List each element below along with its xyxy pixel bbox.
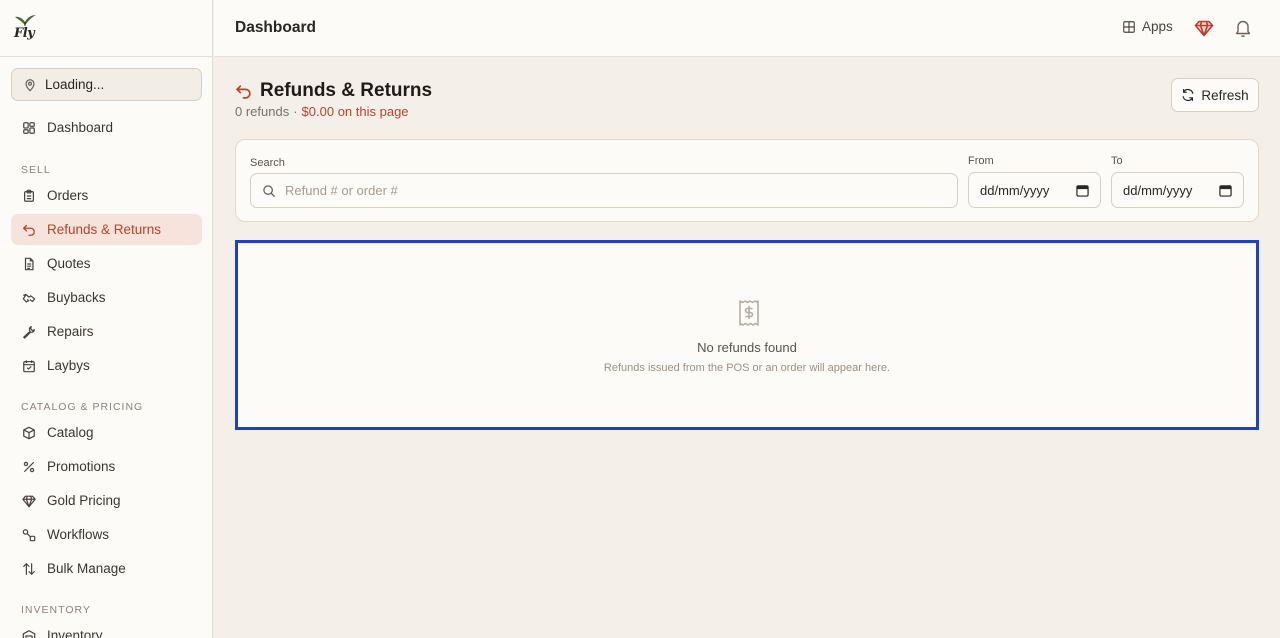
sidebar-item-gold-pricing[interactable]: Gold Pricing xyxy=(11,485,202,516)
calendar-icon[interactable] xyxy=(1219,184,1232,197)
undo-icon xyxy=(23,224,35,236)
sidebar-item-label: Laybys xyxy=(47,358,90,373)
refund-count: 0 refunds xyxy=(235,104,290,119)
logo-text: Fly xyxy=(14,26,35,41)
to-label: To xyxy=(1111,155,1123,167)
dashboard-icon xyxy=(23,121,35,134)
sidebar-item-label: Workflows xyxy=(47,527,110,542)
filter-card: Search From dd/mm/yyyy To dd/mm/yyyy xyxy=(235,139,1259,222)
sidebar-item-refunds-returns[interactable]: Refunds & Returns xyxy=(11,214,202,245)
sidebar-item-label: Dashboard xyxy=(47,120,114,135)
apps-label: Apps xyxy=(1142,19,1173,34)
sidebar-item-catalog[interactable]: Catalog xyxy=(11,417,202,448)
header-title: Dashboard xyxy=(235,19,316,36)
sidebar-item-label: Promotions xyxy=(47,459,116,474)
sidebar-item-orders[interactable]: Orders xyxy=(11,180,202,211)
refresh-button[interactable]: Refresh xyxy=(1171,78,1259,112)
page-amount: $0.00 on this page xyxy=(301,104,409,119)
search-icon xyxy=(263,184,275,197)
sidebar-item-label: Gold Pricing xyxy=(47,493,121,508)
map-pin-icon xyxy=(25,78,35,92)
sidebar-item-buybacks[interactable]: Buybacks xyxy=(11,282,202,313)
sidebar-item-label: Refunds & Returns xyxy=(47,222,162,237)
top-bar: Dashboard Apps xyxy=(214,0,1280,57)
search-label: Search xyxy=(250,157,285,169)
section-label-inventory: INVENTORY xyxy=(21,604,91,616)
arrows-up-down-icon xyxy=(23,562,35,575)
empty-state-title: No refunds found xyxy=(697,340,797,355)
section-label-catalog-pricing: CATALOG & PRICING xyxy=(21,401,144,413)
percent-icon xyxy=(23,461,35,472)
sidebar-item-label: Bulk Manage xyxy=(47,561,126,576)
calendar-icon[interactable] xyxy=(1076,184,1089,197)
page-title: Refunds & Returns xyxy=(260,80,433,101)
sidebar-item-laybys[interactable]: Laybys xyxy=(11,350,202,381)
from-label: From xyxy=(968,155,994,167)
subtitle-separator: · xyxy=(293,104,298,119)
empty-state-description: Refunds issued from the POS or an order … xyxy=(603,362,891,374)
sidebar-item-promotions[interactable]: Promotions xyxy=(11,451,202,482)
sidebar-item-label: Buybacks xyxy=(47,290,106,305)
sidebar-item-label: Inventory xyxy=(47,628,103,638)
location-label: Loading... xyxy=(45,77,105,92)
handshake-icon xyxy=(22,293,36,303)
grid-icon xyxy=(1123,20,1135,33)
from-date-value: dd/mm/yyyy xyxy=(980,182,1050,198)
undo-icon xyxy=(236,84,251,99)
sidebar-item-label: Orders xyxy=(47,188,89,203)
wrench-icon xyxy=(23,325,36,339)
location-selector[interactable]: Loading... xyxy=(11,68,202,101)
search-input[interactable] xyxy=(285,183,885,198)
workflow-icon xyxy=(22,528,36,541)
gem-icon xyxy=(22,495,36,507)
refunds-list-panel: No refunds found Refunds issued from the… xyxy=(235,240,1259,430)
sidebar-item-label: Repairs xyxy=(47,324,94,339)
sidebar-item-label: Quotes xyxy=(47,256,91,271)
receipt-dollar-icon xyxy=(739,300,759,326)
sidebar-item-label: Catalog xyxy=(47,425,94,440)
refresh-label: Refresh xyxy=(1201,87,1249,103)
sidebar: Fly Loading... Dashboard SELL Orders Ref… xyxy=(0,0,213,638)
sidebar-item-repairs[interactable]: Repairs xyxy=(11,316,202,347)
warehouse-icon xyxy=(22,629,36,638)
bell-icon[interactable] xyxy=(1234,18,1252,38)
sidebar-item-quotes[interactable]: Quotes xyxy=(11,248,202,279)
page-heading: Refunds & Returns xyxy=(235,80,432,102)
gem-icon[interactable] xyxy=(1194,18,1214,38)
from-date-input[interactable]: dd/mm/yyyy xyxy=(968,172,1101,208)
clipboard-icon xyxy=(24,189,34,202)
sidebar-item-inventory[interactable]: Inventory xyxy=(11,620,202,638)
logo-area: Fly xyxy=(0,0,212,57)
calendar-check-icon xyxy=(23,359,35,372)
to-date-value: dd/mm/yyyy xyxy=(1123,182,1193,198)
page-subtitle: 0 refunds · $0.00 on this page xyxy=(235,104,409,119)
apps-button[interactable]: Apps xyxy=(1122,19,1173,34)
sidebar-item-dashboard[interactable]: Dashboard xyxy=(11,112,202,143)
section-label-sell: SELL xyxy=(21,164,51,176)
search-field[interactable] xyxy=(250,173,958,208)
document-icon xyxy=(24,257,34,270)
package-icon xyxy=(23,426,35,439)
sidebar-item-workflows[interactable]: Workflows xyxy=(11,519,202,550)
to-date-input[interactable]: dd/mm/yyyy xyxy=(1111,172,1244,208)
sidebar-item-bulk-manage[interactable]: Bulk Manage xyxy=(11,553,202,584)
refresh-icon xyxy=(1182,88,1194,102)
